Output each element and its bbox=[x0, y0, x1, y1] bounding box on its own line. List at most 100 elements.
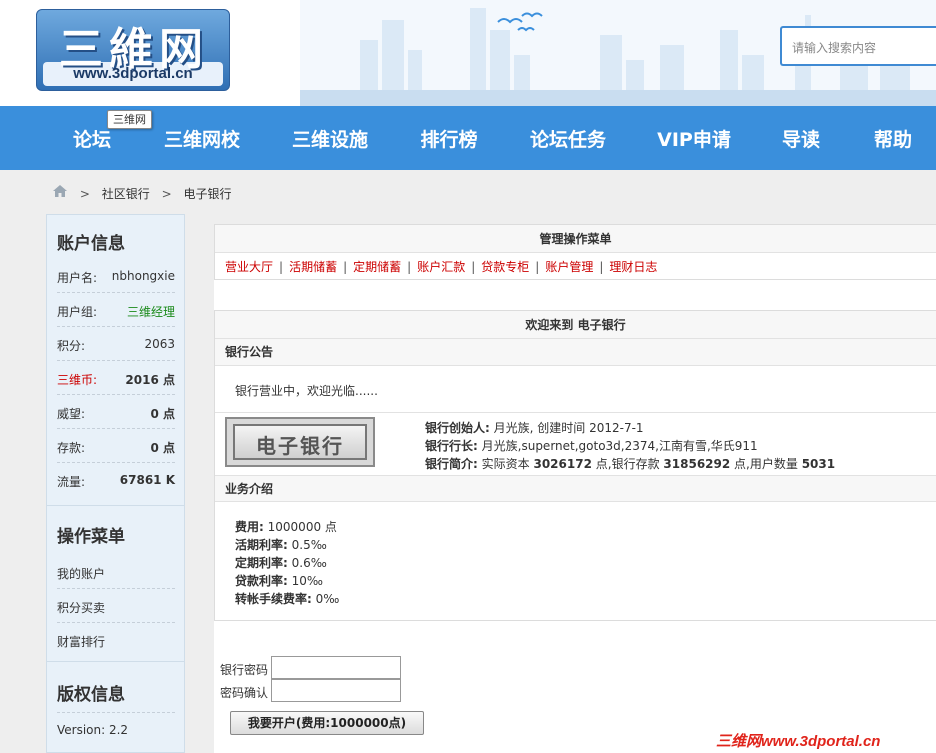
link-sep: | bbox=[343, 260, 348, 274]
row-key: 用户组: bbox=[57, 305, 98, 319]
fixed-rate-line: 定期利率: 0.6‰ bbox=[235, 554, 327, 571]
link-fixed-savings[interactable]: 定期储蓄 bbox=[353, 260, 401, 274]
intro-text: 点,用户数量 bbox=[734, 457, 798, 471]
copyright-title: 版权信息 bbox=[57, 685, 125, 705]
logo-url: www.3dportal.cn bbox=[73, 65, 193, 82]
menu-item-points-trade[interactable]: 积分买卖 bbox=[57, 589, 175, 623]
menu-item-wealth-ranking[interactable]: 财富排行 bbox=[57, 623, 175, 657]
row-key: 三维币: bbox=[57, 373, 98, 387]
nav-item-vip[interactable]: VIP申请 bbox=[652, 106, 736, 170]
account-row-username: 用户名: nbhongxie bbox=[57, 259, 175, 293]
row-value: 2063 bbox=[144, 337, 175, 351]
nav-item-facilities[interactable]: 三维设施 bbox=[286, 106, 374, 170]
breadcrumb-community-bank[interactable]: 社区银行 bbox=[102, 185, 150, 203]
e-bank-logo-text: 电子银行 bbox=[256, 434, 344, 458]
intro-line: 银行简介: 实际资本 3026172 点,银行存款 31856292 点,用户数… bbox=[425, 455, 835, 472]
password-label: 银行密码 bbox=[220, 663, 269, 677]
intro-deposit: 31856292 bbox=[663, 457, 731, 471]
operation-menu-title: 操作菜单 bbox=[57, 527, 125, 547]
row-key: 流量: bbox=[57, 475, 86, 489]
menu-item-my-account[interactable]: 我的账户 bbox=[57, 555, 175, 589]
business-body: 费用: 1000000 点 活期利率: 0.5‰ 定期利率: 0.6‰ 贷款利率… bbox=[215, 502, 936, 620]
business-header: 业务介绍 bbox=[215, 475, 936, 502]
site-watermark: 三维网www.3dportal.cn bbox=[716, 733, 881, 750]
link-account-manage[interactable]: 账户管理 bbox=[545, 260, 593, 274]
bank-info-box: 欢迎来到 电子银行 银行公告 银行营业中，欢迎光临...... 电子银行 银行创… bbox=[214, 310, 936, 621]
main-panel: 管理操作菜单 营业大厅 | 活期储蓄 | 定期储蓄 | 账户汇款 | 贷款专柜 | 账户管理 | 理财日… bbox=[214, 224, 936, 753]
breadcrumb: > 社区银行 > 电子银行 bbox=[52, 184, 231, 202]
fee-value: 0.6‰ bbox=[291, 556, 327, 570]
notice-header: 银行公告 bbox=[215, 339, 936, 366]
menu-item-label: 我的账户 bbox=[57, 567, 106, 581]
row-key: 存款: bbox=[57, 441, 86, 455]
confirm-label: 密码确认 bbox=[220, 686, 269, 700]
version-text: Version: 2.2 bbox=[57, 723, 129, 737]
intro-text: 实际资本 bbox=[481, 457, 530, 471]
link-loans[interactable]: 贷款专柜 bbox=[481, 260, 529, 274]
transfer-fee-line: 转帐手续费率: 0‰ bbox=[235, 590, 339, 607]
fee-value: 0‰ bbox=[315, 592, 340, 606]
link-sep: | bbox=[471, 260, 476, 274]
nav-item-guide[interactable]: 导读 bbox=[776, 106, 826, 170]
version-row: Version: 2.2 bbox=[57, 712, 175, 746]
row-value: 0 点 bbox=[150, 407, 175, 421]
row-value: 三维经理 bbox=[126, 305, 175, 319]
search-placeholder: 请输入搜索内容 bbox=[792, 41, 877, 55]
manage-menu-links: 营业大厅 | 活期储蓄 | 定期储蓄 | 账户汇款 | 贷款专柜 | 账户管理 | 理财日志 bbox=[215, 253, 936, 283]
link-current-savings[interactable]: 活期储蓄 bbox=[289, 260, 337, 274]
row-key: 用户名: bbox=[57, 271, 98, 285]
fee-label: 转帐手续费率: bbox=[235, 592, 312, 606]
intro-users: 5031 bbox=[801, 457, 836, 471]
row-key: 积分: bbox=[57, 339, 86, 353]
manage-menu-box: 管理操作菜单 营业大厅 | 活期储蓄 | 定期储蓄 | 账户汇款 | 贷款专柜 | 账户管理 | 理财日… bbox=[214, 224, 936, 280]
row-key: 威望: bbox=[57, 407, 86, 421]
founder-label: 银行创始人: bbox=[425, 421, 490, 435]
row-value: 0 点 bbox=[150, 441, 175, 455]
site-logo[interactable]: 三維网 www.3dportal.cn bbox=[36, 9, 230, 91]
link-finance-log[interactable]: 理财日志 bbox=[609, 260, 657, 274]
intro-capital: 3026172 bbox=[533, 457, 592, 471]
account-row-coins: 三维币: 2016 点 bbox=[57, 361, 175, 395]
link-sep: | bbox=[535, 260, 540, 274]
president-label: 银行行长: bbox=[425, 439, 478, 453]
menu-item-label: 财富排行 bbox=[57, 635, 106, 649]
confirm-password-input[interactable] bbox=[271, 679, 401, 702]
nav-item-help[interactable]: 帮助 bbox=[868, 106, 918, 170]
fee-label: 费用: bbox=[235, 520, 264, 534]
account-row-traffic: 流量: 67861 K bbox=[57, 463, 175, 497]
nav-item-ranking[interactable]: 排行榜 bbox=[412, 106, 486, 170]
breadcrumb-e-bank: 电子银行 bbox=[183, 186, 232, 201]
password-row: 银行密码 bbox=[220, 656, 420, 680]
confirm-row: 密码确认 bbox=[220, 679, 420, 703]
president-value: 月光族,supernet,goto3d,2374,江南有雪,华氏911 bbox=[481, 439, 758, 453]
home-icon[interactable] bbox=[52, 184, 68, 203]
fee-value: 0.5‰ bbox=[291, 538, 327, 552]
manage-menu-title: 管理操作菜单 bbox=[215, 225, 936, 253]
president-line: 银行行长: 月光族,supernet,goto3d,2374,江南有雪,华氏91… bbox=[425, 437, 758, 454]
menu-item-label: 积分买卖 bbox=[57, 601, 106, 615]
link-remittance[interactable]: 账户汇款 bbox=[417, 260, 465, 274]
breadcrumb-separator: > bbox=[79, 186, 90, 201]
notice-text: 银行营业中，欢迎光临...... bbox=[235, 384, 378, 398]
current-rate-line: 活期利率: 0.5‰ bbox=[235, 536, 327, 553]
sidebar-divider bbox=[47, 661, 184, 662]
link-business-hall[interactable]: 营业大厅 bbox=[225, 260, 273, 274]
account-row-group: 用户组: 三维经理 bbox=[57, 293, 175, 327]
row-value: 2016 点 bbox=[125, 373, 175, 387]
bank-password-input[interactable] bbox=[271, 656, 401, 679]
open-account-button[interactable]: 我要开户(费用:1000000点) bbox=[230, 711, 424, 735]
nav-item-school[interactable]: 三维网校 bbox=[158, 106, 246, 170]
account-info-title: 账户信息 bbox=[57, 234, 125, 254]
nav-item-tasks[interactable]: 论坛任务 bbox=[524, 106, 612, 170]
bank-profile: 电子银行 银行创始人: 月光族, 创建时间 2012-7-1 银行行长: 月光族… bbox=[215, 413, 936, 475]
search-input[interactable]: 请输入搜索内容 bbox=[780, 26, 936, 66]
intro-text: 点,银行存款 bbox=[595, 457, 660, 471]
fee-label: 活期利率: bbox=[235, 538, 288, 552]
fee-label: 定期利率: bbox=[235, 556, 288, 570]
account-row-points: 积分: 2063 bbox=[57, 327, 175, 361]
link-sep: | bbox=[279, 260, 284, 274]
notice-body: 银行营业中，欢迎光临...... bbox=[215, 366, 936, 413]
fee-value: 10‰ bbox=[291, 574, 324, 588]
site-header: 三維网 www.3dportal.cn 请输入搜索内容 bbox=[0, 0, 936, 106]
founder-value: 月光族, 创建时间 2012-7-1 bbox=[493, 421, 644, 435]
